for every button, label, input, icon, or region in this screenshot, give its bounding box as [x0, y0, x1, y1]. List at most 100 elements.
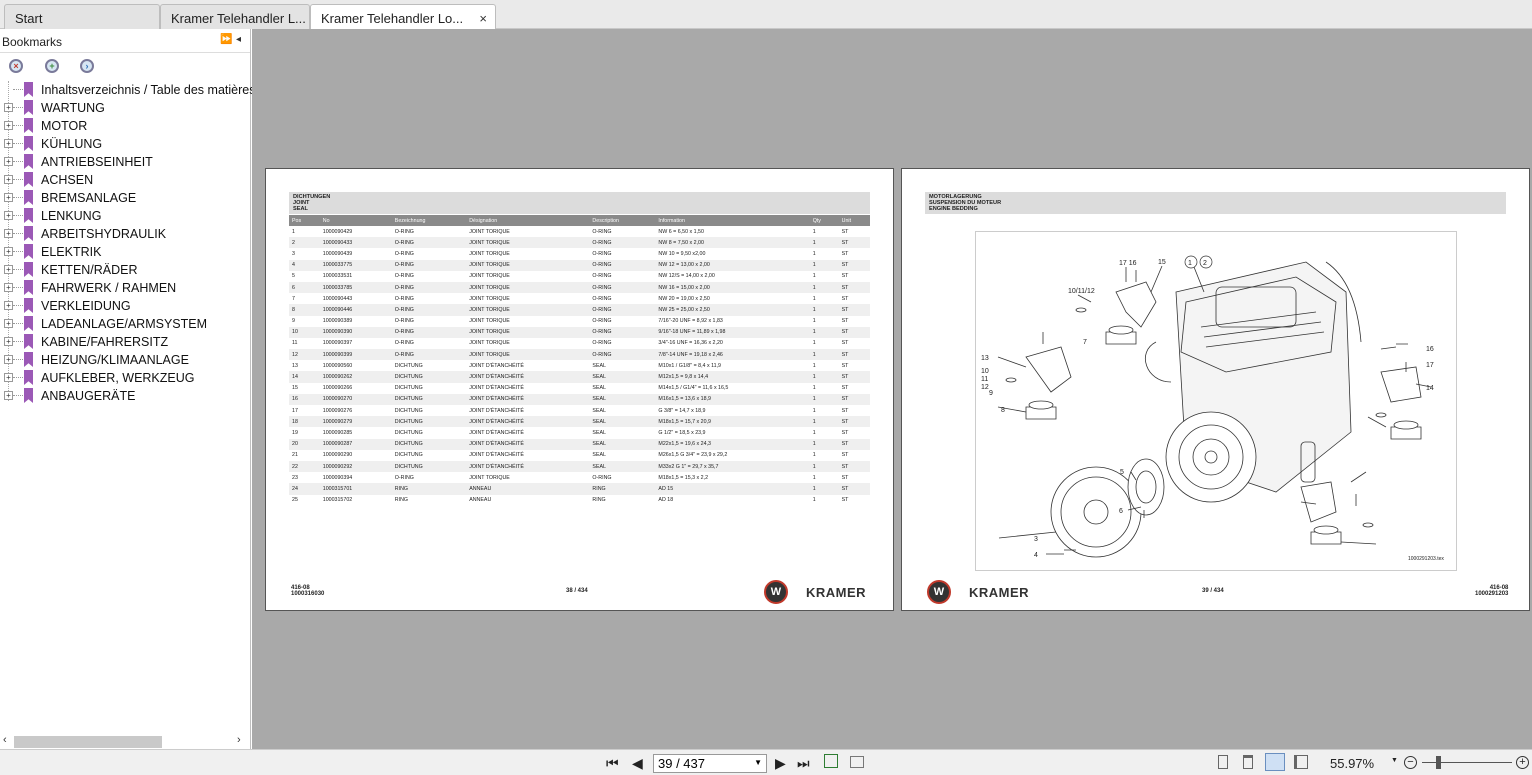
table-row: 14 1000090262 DICHTUNG JOINT D'ÉTANCHÉITÉ SE…	[289, 371, 870, 383]
table-cell: ST	[841, 362, 849, 369]
add-bookmark-icon[interactable]: +	[45, 59, 59, 73]
bookmark-item[interactable]: + ANTRIEBSEINHEIT	[0, 153, 250, 171]
bookmark-icon	[24, 208, 33, 223]
expand-icon[interactable]: +	[4, 265, 13, 274]
next-view-icon[interactable]	[850, 756, 864, 768]
table-cell: O-RING	[394, 250, 414, 257]
bookmark-item[interactable]: + KABINE/FAHRERSITZ	[0, 333, 250, 351]
expand-icon[interactable]: +	[4, 283, 13, 292]
expand-icon[interactable]: +	[4, 103, 13, 112]
callout-label: 9	[989, 390, 993, 397]
bookmark-item[interactable]: + VERKLEIDUNG	[0, 297, 250, 315]
single-page-view-icon[interactable]	[1218, 755, 1228, 769]
table-header: Pos No Bezeichnung Désignation Description In…	[289, 215, 870, 226]
callout-label: 15	[1158, 259, 1166, 266]
table-cell: 1000090443	[322, 295, 353, 302]
table-cell: JOINT TORIQUE	[466, 304, 590, 316]
bookmark-item[interactable]: + ACHSEN	[0, 171, 250, 189]
scroll-thumb[interactable]	[14, 736, 162, 748]
scroll-left-icon[interactable]: ‹	[3, 734, 7, 746]
first-page-button[interactable]: ⏮	[606, 755, 619, 772]
expand-icon[interactable]: +	[4, 229, 13, 238]
bookmark-item[interactable]: + ANBAUGERÄTE	[0, 387, 250, 405]
expand-icon[interactable]: +	[4, 355, 13, 364]
collapse-panel-icon[interactable]: ◂	[236, 34, 241, 45]
table-cell: SEAL	[592, 452, 606, 459]
tab-document-1[interactable]: Kramer Telehandler L...	[160, 4, 310, 29]
tab-start[interactable]: Start	[4, 4, 160, 29]
zoom-out-icon[interactable]: −	[1404, 756, 1417, 769]
table-cell: ANNEAU	[469, 497, 492, 504]
next-page-button[interactable]: ▶	[775, 755, 786, 772]
page-section-title: DICHTUNGEN JOINT SEAL	[289, 192, 870, 214]
previous-page-button[interactable]: ◀	[632, 755, 643, 772]
expand-panel-icon[interactable]: ⏩	[220, 34, 232, 45]
continuous-view-icon[interactable]	[1243, 755, 1253, 769]
bookmark-item[interactable]: + ELEKTRIK	[0, 243, 250, 261]
bookmark-item[interactable]: + WARTUNG	[0, 99, 250, 117]
expand-icon[interactable]: +	[4, 175, 13, 184]
expand-icon[interactable]: +	[4, 193, 13, 202]
expand-icon[interactable]: +	[4, 139, 13, 148]
table-cell: 1000033785	[319, 281, 392, 294]
bookmark-item[interactable]: + LADEANLAGE/ARMSYSTEM	[0, 315, 250, 333]
zoom-dropdown-icon[interactable]: ▼	[1391, 757, 1398, 764]
find-bookmark-icon[interactable]: ›	[80, 59, 94, 73]
bookmark-item[interactable]: + MOTOR	[0, 117, 250, 135]
expand-icon[interactable]: +	[4, 301, 13, 310]
bookmark-item[interactable]: + AUFKLEBER, WERKZEUG	[0, 369, 250, 387]
horizontal-scrollbar[interactable]: ‹ ›	[0, 734, 250, 748]
bookmark-item[interactable]: Inhaltsverzeichnis / Table des matières	[0, 81, 255, 99]
delete-bookmark-icon[interactable]: ×	[9, 59, 23, 73]
bookmark-item[interactable]: + BREMSANLAGE	[0, 189, 250, 207]
callout-label: 4	[1034, 552, 1038, 559]
bookmark-item[interactable]: + KÜHLUNG	[0, 135, 250, 153]
page-number-input[interactable]: 39 / 437 ▼	[653, 754, 767, 773]
table-cell: ST	[838, 460, 870, 473]
table-cell: JOINT D'ÉTANCHÉITÉ	[466, 438, 590, 450]
table-cell: JOINT TORIQUE	[469, 250, 510, 257]
table-cell: NW 20 = 19,00 x 2,50	[658, 295, 710, 302]
previous-view-icon[interactable]	[824, 754, 838, 768]
expand-icon[interactable]: +	[4, 319, 13, 328]
scroll-right-icon[interactable]: ›	[237, 734, 241, 746]
two-page-view-icon[interactable]	[1265, 753, 1285, 771]
tab-document-2[interactable]: Kramer Telehandler Lo... ×	[310, 4, 496, 30]
table-cell: 1	[812, 385, 816, 392]
table-cell: 17	[292, 407, 298, 414]
bookmark-item[interactable]: + KETTEN/RÄDER	[0, 261, 250, 279]
table-cell: O-RING	[394, 228, 414, 235]
expand-icon[interactable]: +	[4, 373, 13, 382]
table-cell: 1000090279	[319, 416, 392, 428]
table-cell: 1000090290	[322, 452, 353, 459]
bookmark-item[interactable]: + LENKUNG	[0, 207, 250, 225]
table-cell: JOINT TORIQUE	[466, 326, 590, 338]
expand-icon[interactable]: +	[4, 391, 13, 400]
bookmark-icon	[24, 262, 33, 277]
table-cell: M14x1,5 / G1/4" = 11,6 x 16,5	[658, 385, 729, 392]
table-cell: ST	[838, 304, 870, 316]
bookmark-item[interactable]: + FAHRWERK / RAHMEN	[0, 279, 250, 297]
zoom-in-icon[interactable]: +	[1516, 756, 1529, 769]
bookmark-icon	[24, 388, 33, 403]
expand-icon[interactable]: +	[4, 211, 13, 220]
table-cell: ST	[838, 483, 870, 495]
two-page-continuous-icon[interactable]	[1294, 755, 1308, 769]
bookmark-item[interactable]: + HEIZUNG/KLIMAANLAGE	[0, 351, 250, 369]
chevron-down-icon[interactable]: ▼	[754, 758, 762, 767]
table-cell: NW 10 = 9,50 x2,00	[658, 250, 706, 257]
expand-icon[interactable]: +	[4, 121, 13, 130]
document-viewer[interactable]: DICHTUNGEN JOINT SEAL Pos No Bezeichnung Dé…	[252, 29, 1532, 749]
expand-icon[interactable]: +	[4, 247, 13, 256]
bookmark-item[interactable]: + ARBEITSHYDRAULIK	[0, 225, 250, 243]
zoom-slider-thumb[interactable]	[1436, 756, 1441, 769]
last-page-button[interactable]: ⏭	[797, 755, 810, 772]
expand-icon[interactable]: +	[4, 337, 13, 346]
expand-icon[interactable]: +	[4, 157, 13, 166]
table-cell: M26x1,5 G 3/4" = 23,9 x 29,2	[658, 452, 728, 459]
callout-label: 10/11/12	[1068, 288, 1095, 295]
table-cell: ST	[841, 497, 849, 504]
table-cell: ST	[841, 407, 849, 414]
kramer-logo-icon: W	[764, 580, 788, 604]
close-icon[interactable]: ×	[479, 11, 487, 26]
